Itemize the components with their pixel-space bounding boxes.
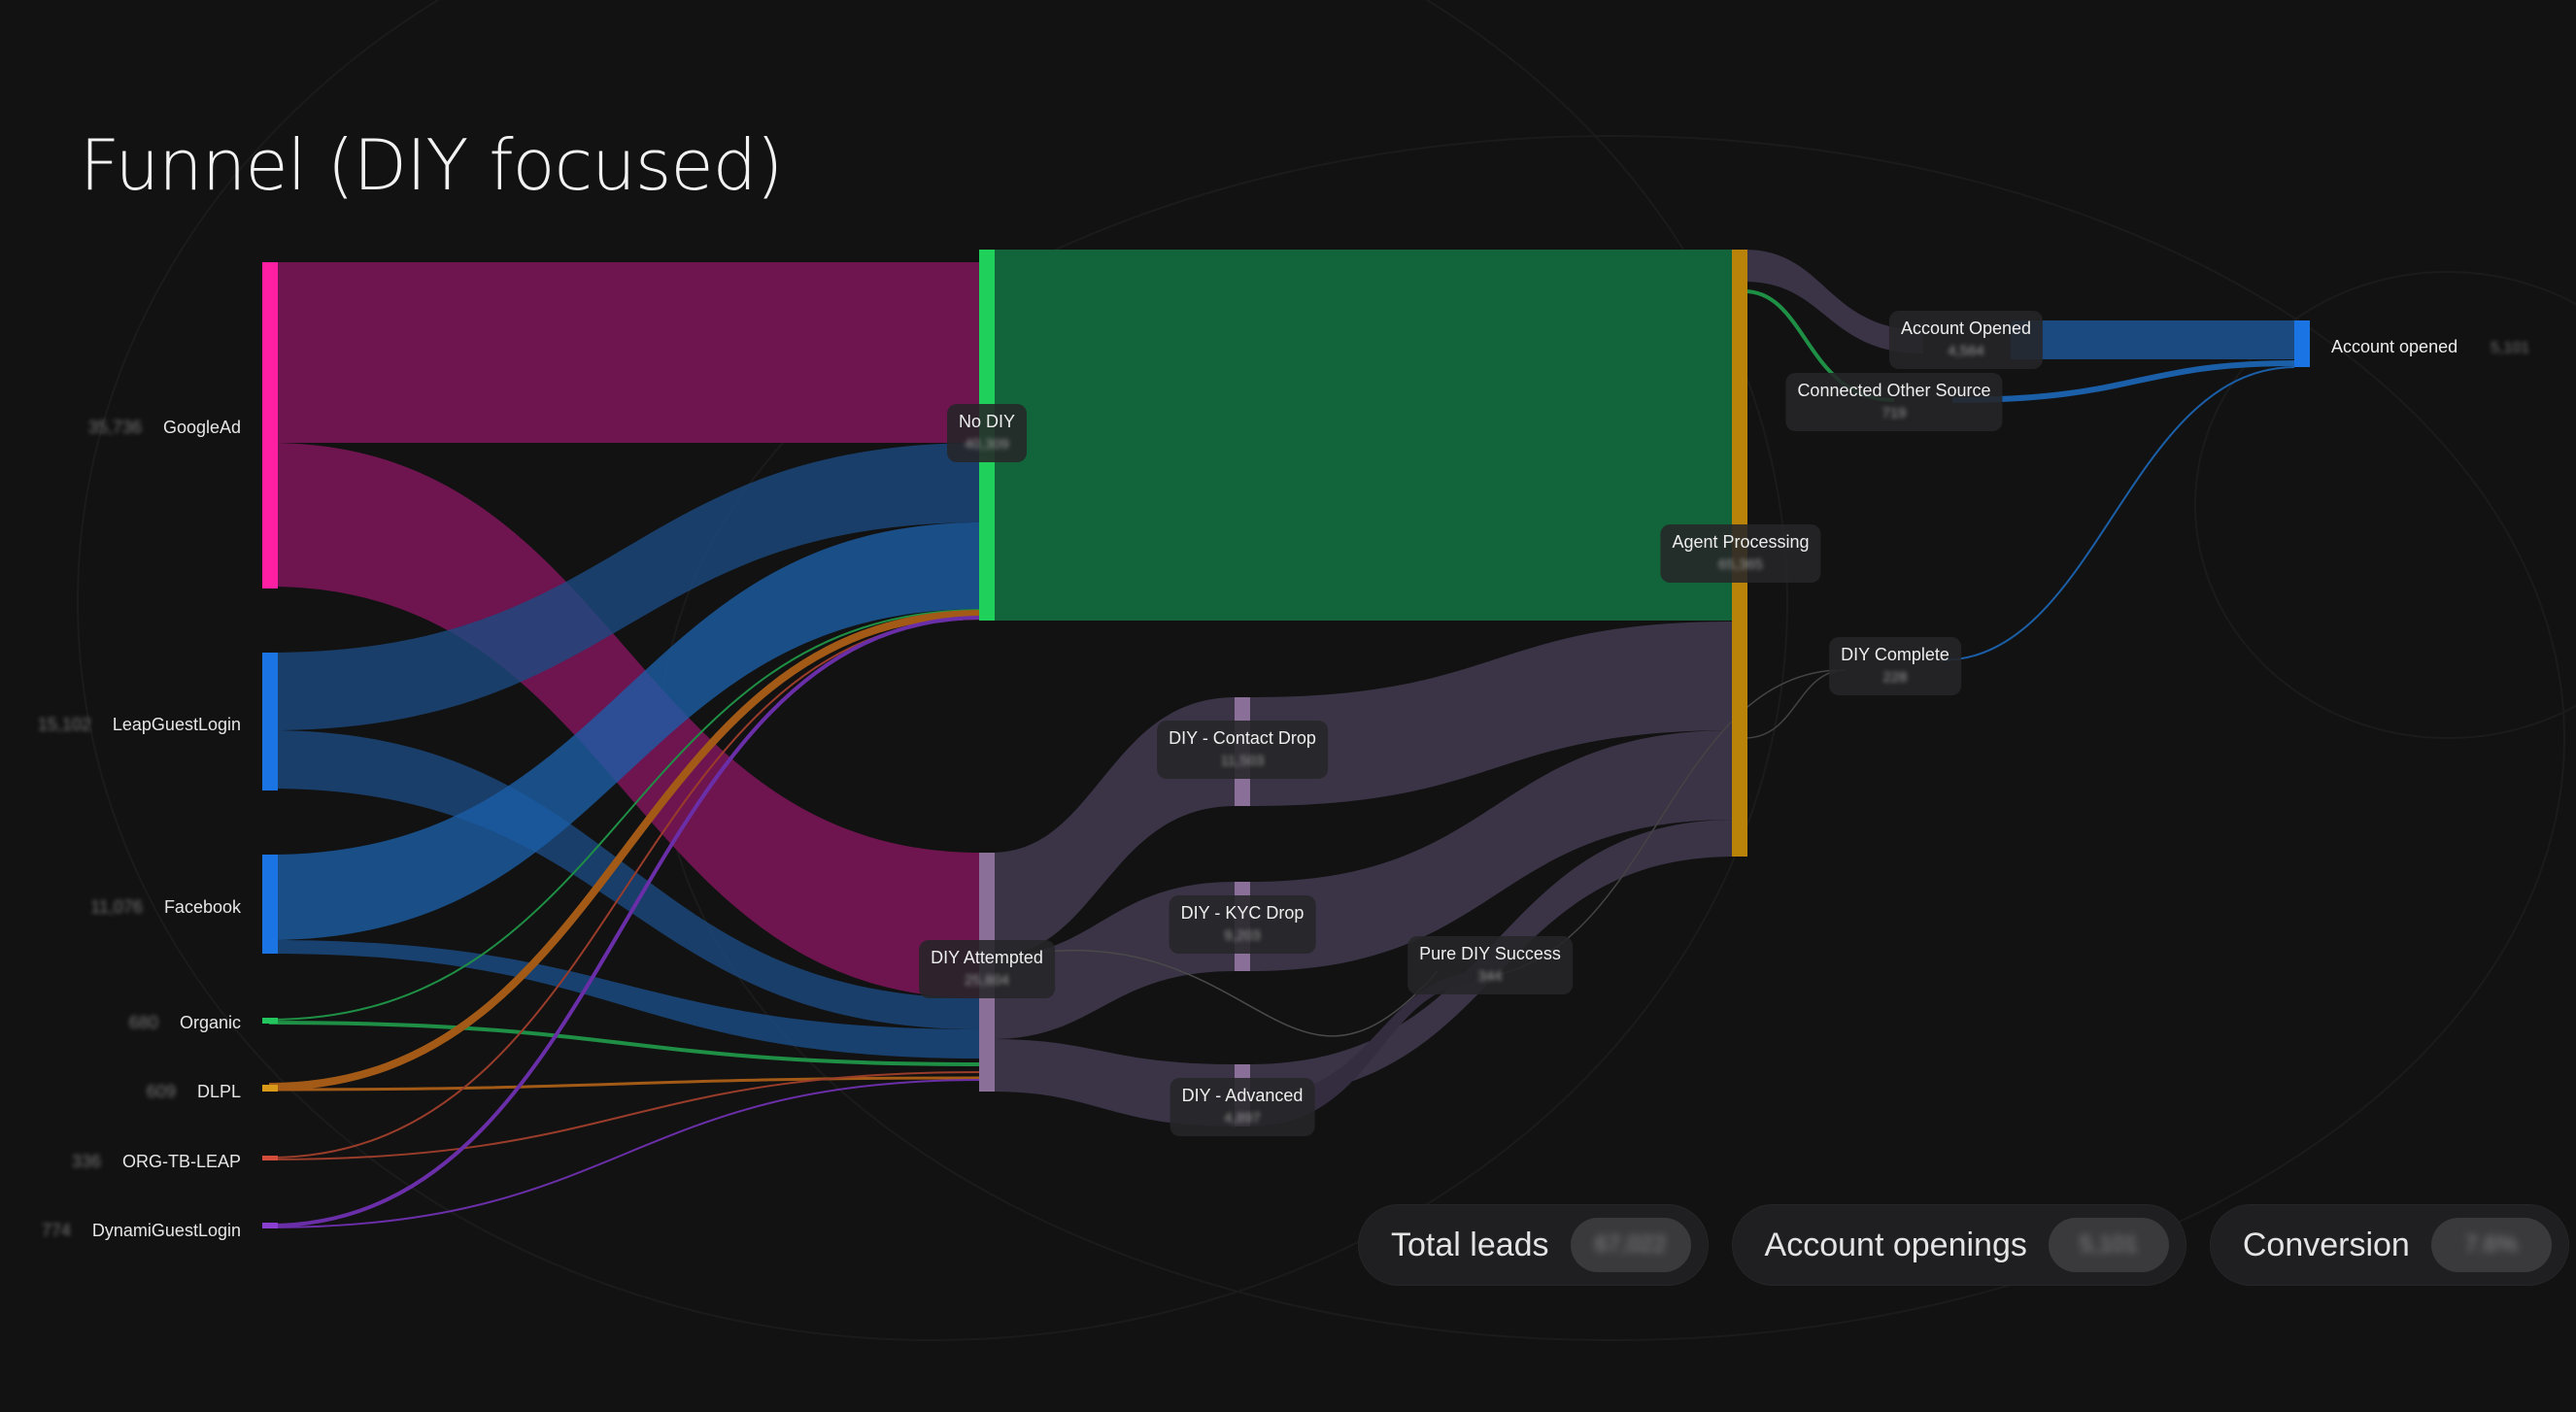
stat-value-badge: 67,022 [1570, 1218, 1691, 1272]
stat-value-badge: 7.6% [2430, 1218, 2552, 1272]
node-tag-diy-attempted: DIY Attempted 25,804 [919, 940, 1055, 998]
node-bar-dlpl [262, 1085, 278, 1092]
node-bar-leapguestlogin [262, 653, 278, 790]
source-flows [268, 262, 983, 1228]
source-label-orgtbleap: 336 ORG-TB-LEAP [71, 1152, 241, 1171]
source-label-googlead: 35,736 GoogleAd [87, 418, 241, 437]
stat-account-openings: Account openings 5,101 [1731, 1204, 2186, 1286]
node-tag-account-opened: Account Opened 4,564 [1888, 311, 2044, 369]
node-tag-pure-diy-success: Pure DIY Success 344 [1407, 936, 1573, 994]
node-tag-diy-complete: DIY Complete 228 [1829, 637, 1961, 695]
node-tag-connected-other-source: Connected Other Source 719 [1785, 373, 2003, 431]
stats-bar: Total leads 67,022 Account openings 5,10… [1358, 1204, 2569, 1286]
page-title: Funnel (DIY focused) [80, 124, 783, 206]
node-tag-contact-drop: DIY - Contact Drop 11,503 [1157, 721, 1328, 779]
node-bar-dynamiguest [262, 1223, 278, 1228]
source-label-dlpl: 609 DLPL [146, 1082, 241, 1101]
source-label-leapguestlogin: 15,102 LeapGuestLogin [37, 715, 241, 734]
source-label-dynamiguestlogin: 774 DynamiGuestLogin [41, 1221, 241, 1240]
source-label-organic: 680 Organic [128, 1013, 241, 1032]
funnel-dashboard: Funnel (DIY focused) 35,736 GoogleAd 15,1… [0, 0, 2576, 1412]
node-tag-agent-processing: Agent Processing 65,365 [1660, 524, 1821, 583]
node-label-account-opened-final: Account opened 5,101 [2331, 337, 2530, 356]
sankey-diagram [77, 0, 2576, 1341]
flow-dlpl-diyattempted [268, 1076, 983, 1092]
node-bar-googlead [262, 262, 278, 588]
node-tag-no-diy: No DIY 40,309 [946, 404, 1028, 462]
stat-conversion: Conversion 7.6% [2209, 1204, 2569, 1286]
node-tag-advanced: DIY - Advanced 4,897 [1169, 1078, 1315, 1136]
flow-nodiy-agent [992, 250, 1735, 621]
node-tag-kyc-drop: DIY - KYC Drop 9,203 [1169, 895, 1316, 954]
node-bar-account-opened-final [2294, 320, 2310, 367]
node-bar-orgtbleap [262, 1156, 278, 1160]
node-bar-organic [262, 1018, 278, 1024]
flow-accountopened-final [2011, 320, 2294, 359]
node-bar-facebook [262, 855, 278, 954]
flow-googlead-nodiy [269, 262, 982, 443]
stat-value-badge: 5,101 [2048, 1218, 2169, 1272]
source-label-facebook: 11,076 Facebook [90, 897, 241, 917]
stat-total-leads: Total leads 67,022 [1358, 1204, 1709, 1286]
